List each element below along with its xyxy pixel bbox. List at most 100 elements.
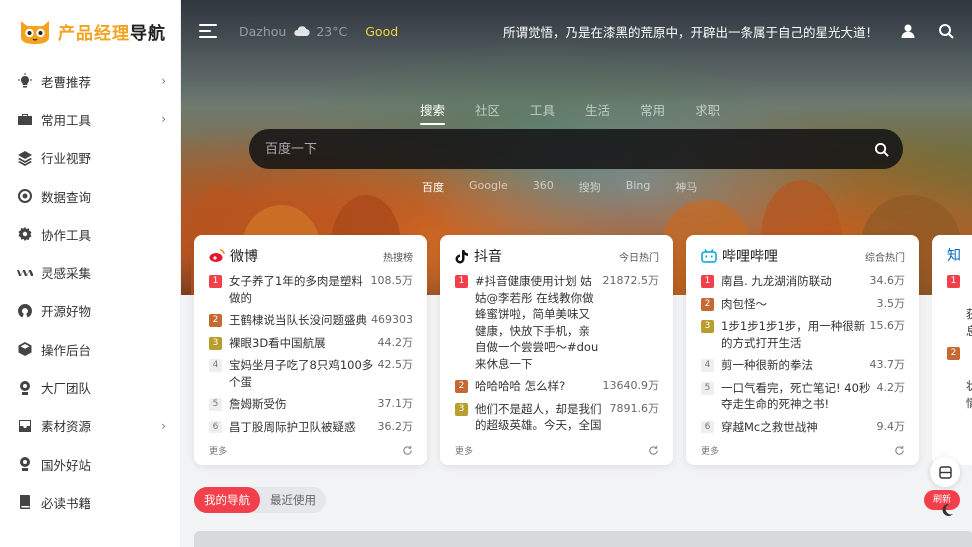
gear-people-icon — [17, 226, 33, 242]
logo[interactable]: 产品经理导航 — [0, 0, 180, 62]
hot-item[interactable]: 6 穿越Mc之救世战神 9.4万 — [701, 419, 905, 433]
hot-item[interactable]: 5 詹姆斯受伤 37.1万 — [209, 396, 413, 413]
sidebar-item-collab[interactable]: 协作工具 — [0, 215, 180, 253]
hot-item-text: 一口气看完，死亡笔记! 40秒夺走生命的死神之书! — [721, 380, 871, 412]
tab-community[interactable]: 社区 — [475, 100, 500, 119]
chevron-right-icon: › — [161, 74, 166, 89]
engine-google[interactable]: Google — [469, 179, 508, 195]
tab-recent[interactable]: 最近使用 — [260, 487, 326, 513]
sidebar-item-label: 协作工具 — [41, 227, 92, 243]
menu-toggle-icon[interactable] — [199, 24, 217, 38]
search-engine-selector: 百度 Google 360 搜狗 Bing 神马 — [422, 179, 697, 195]
hot-item-count: 36.2万 — [377, 419, 414, 433]
hot-item[interactable]: 6 昌丁股周际护卫队被疑惑 36.2万 — [209, 419, 414, 433]
app-root: 产品经理导航 老曹推荐 › 常用工具 › 行业视野 数据查询 协作工具 灵感采集… — [0, 0, 972, 547]
hot-item[interactable]: 2确诊 — [947, 345, 972, 378]
card-footer: 更多 — [209, 444, 413, 457]
sidebar-item-teams[interactable]: 大厂团队 — [0, 368, 180, 406]
user-icon[interactable] — [900, 23, 916, 39]
air-quality-label: Good — [365, 23, 399, 39]
hot-item-count: 42.5万 — [377, 358, 414, 371]
sidebar-item-tools[interactable]: 常用工具 › — [0, 100, 180, 138]
hot-card-weibo: 微博 热搜榜 1 女子养了1年的多肉是塑料做的 108.5万 2 王鹤棣说当队长没问题… — [194, 235, 427, 465]
hot-item-text: 女子养了1年的多肉是塑料做的 — [229, 274, 363, 305]
tab-life[interactable]: 生活 — [585, 100, 610, 119]
tab-common[interactable]: 常用 — [640, 100, 665, 119]
hot-list: 1误大 获& 息值 2确诊 状频 情信 — [947, 273, 972, 411]
tab-search[interactable]: 搜索 — [420, 100, 446, 125]
refresh-icon[interactable] — [402, 445, 413, 456]
more-link[interactable]: 更多 — [701, 444, 719, 457]
hot-item[interactable]: 4 剪一种很新的拳法 43.7万 — [701, 357, 905, 374]
engine-sogou[interactable]: 搜狗 — [579, 179, 601, 195]
rank-badge: 2 — [701, 297, 714, 311]
search-icon[interactable] — [938, 23, 954, 39]
hot-item[interactable]: 2 王鹤棣说当队长没问题盛典 469303 — [209, 312, 413, 329]
refresh-icon[interactable] — [648, 445, 659, 456]
hot-item[interactable]: 3 裸眼3D看中国航展 44.2万 — [209, 335, 413, 352]
sidebar-item-inspiration[interactable]: 灵感采集 — [0, 253, 180, 291]
cloud-icon — [294, 26, 310, 37]
more-link[interactable]: 更多 — [455, 444, 473, 457]
hot-item[interactable]: 1误大 — [947, 273, 972, 306]
refresh-icon[interactable] — [894, 445, 905, 456]
toolbox-icon — [17, 111, 33, 127]
sidebar-item-industry[interactable]: 行业视野 — [0, 139, 180, 177]
hot-item-count: 44.2万 — [377, 335, 414, 349]
hot-item-count: 37.1万 — [377, 397, 414, 410]
hot-item[interactable]: 5 一口气看完，死亡笔记! 40秒夺走生命的死神之书! 4.2万 — [701, 380, 905, 413]
layout-icon — [938, 465, 952, 479]
hot-item-count: 15.6万 — [869, 319, 906, 332]
hot-item-text: 宝妈坐月子吃了8只鸡100多个蛋 — [229, 358, 374, 389]
search-submit-icon[interactable] — [874, 142, 889, 157]
rank-badge: 1 — [701, 275, 714, 288]
hot-item[interactable]: 2 哈哈哈哈 怎么样? 13640.9万 — [455, 378, 659, 395]
search-category-tabs: 搜索 社区 工具 生活 常用 求职 — [420, 100, 720, 125]
engine-baidu[interactable]: 百度 — [422, 179, 444, 195]
inbox-icon — [17, 418, 33, 434]
hot-item-text: 获& — [966, 307, 972, 321]
tab-tools[interactable]: 工具 — [530, 100, 555, 119]
sidebar-item-books[interactable]: 必读书籍 — [0, 483, 180, 521]
engine-shenma[interactable]: 神马 — [675, 179, 697, 195]
rank-badge: 1 — [947, 275, 960, 288]
tab-jobs[interactable]: 求职 — [695, 100, 720, 119]
more-link[interactable]: 更多 — [209, 444, 227, 457]
douyin-icon — [455, 249, 468, 263]
team-icon — [17, 380, 33, 396]
rank-badge: 3 — [701, 320, 714, 333]
sidebar-item-opensource[interactable]: 开源好物 — [0, 292, 180, 330]
chevron-right-icon: › — [161, 112, 166, 127]
weather-widget[interactable]: Dazhou 23°C — [239, 24, 347, 39]
hot-item[interactable]: 1 #抖音健康使用计划 姑姑@李若彤 在线教你做蜂蜜饼啦，简单美味又健康，快放下手… — [455, 273, 659, 372]
sidebar-item-recommend[interactable]: 老曹推荐 › — [0, 62, 180, 100]
sidebar-item-data[interactable]: 数据查询 — [0, 177, 180, 215]
tab-my-nav[interactable]: 我的导航 — [194, 487, 260, 513]
sidebar-item-assets[interactable]: 素材资源 › — [0, 407, 180, 445]
card-title: 知 — [947, 248, 961, 264]
engine-bing[interactable]: Bing — [626, 179, 651, 195]
hot-list: 1 南昌. 九龙湖消防联动 34.6万 2 肉包怪～ 3.5万 3 1步1步1步1步，用一… — [701, 273, 905, 433]
hot-item[interactable]: 3 1步1步1步1步，用一种很新的方式打开生活 15.6万 — [701, 318, 905, 351]
cat-logo-icon — [21, 21, 49, 44]
rank-badge: 6 — [701, 420, 714, 433]
hot-list: 1 女子养了1年的多肉是塑料做的 108.5万 2 王鹤棣说当队长没问题盛典 46930… — [209, 273, 413, 433]
hot-item[interactable]: 3 他们不是超人，却是我们的超级英雄。今天，全国消防日，把所有的敬意献给他们。 78… — [455, 401, 659, 434]
theme-toggle-button[interactable] — [934, 497, 960, 523]
card-title: 哔哩哔哩 — [722, 249, 778, 265]
hot-item[interactable]: 1 女子养了1年的多肉是塑料做的 108.5万 — [209, 273, 413, 306]
hot-item-count: 7891.6万 — [609, 401, 660, 415]
hot-item[interactable]: 2 肉包怪～ 3.5万 — [701, 296, 905, 313]
sidebar-item-admin[interactable]: 操作后台 — [0, 330, 180, 368]
engine-360[interactable]: 360 — [533, 179, 554, 195]
hot-item[interactable]: 4 宝妈坐月子吃了8只鸡100多个蛋 42.5万 — [209, 357, 413, 390]
rank-badge: 2 — [455, 380, 468, 393]
hot-item[interactable]: 1 南昌. 九龙湖消防联动 34.6万 — [701, 273, 905, 290]
sidebar-item-foreign[interactable]: 国外好站 — [0, 445, 180, 483]
slogan-text: 所谓觉悟，乃是在漆黑的荒原中，开辟出一条属于自己的星光大道！ — [502, 24, 878, 40]
sidebar-item-label: 灵感采集 — [41, 266, 92, 282]
search-input[interactable] — [265, 141, 874, 157]
hot-item-text: 他们不是超人，却是我们的超级英雄。今天，全国消防日，把所有的敬意献给他们。 — [475, 401, 602, 433]
rank-badge: 5 — [701, 381, 714, 395]
layout-toggle-button[interactable] — [930, 457, 960, 487]
